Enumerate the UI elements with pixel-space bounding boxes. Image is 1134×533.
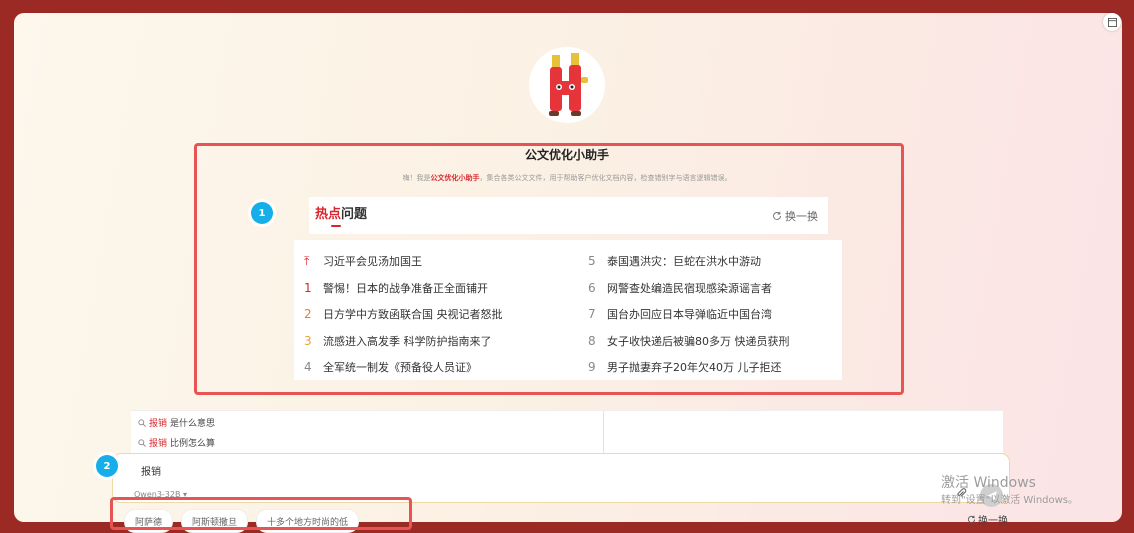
- hot-title-rest: 问题: [341, 207, 368, 222]
- mascot-icon: [549, 53, 588, 116]
- pin-rank: ⤒: [304, 253, 310, 268]
- search-icon: [138, 418, 146, 427]
- suggestion-divider: [603, 411, 604, 453]
- list-item-text: 全军统一制发《预备役人员证》: [323, 361, 477, 375]
- hot-topics-header: 热点问题 换一换: [309, 197, 828, 234]
- intro-suffix: ，集合各类公文文件，用于帮助客户优化文档内容，检查错别字与语言逻辑错误。: [479, 174, 732, 182]
- list-item-text: 日方学中方致函联合国 央视记者怒批: [323, 308, 503, 322]
- list-item[interactable]: 6 网警查处编造民宿现感染源谣言者: [588, 275, 790, 302]
- windows-watermark-subtitle: 转到"设置"以激活 Windows。: [941, 495, 1079, 506]
- chips-refresh-label: 换一换: [978, 516, 1008, 527]
- chips-refresh-button[interactable]: 换一换: [967, 512, 1008, 527]
- assistant-intro: 嗨！我是公文优化小助手，集合各类公文文件，用于帮助客户优化文档内容，检查错别字与…: [300, 173, 834, 183]
- hot-list-left-column: ⤒ 习近平会见汤加国王 1 警惕！日本的战争准备正全面铺开 2 日方学中方致函联合国 …: [304, 248, 503, 381]
- hot-list-right-column: 5 泰国遇洪灾：巨蛇在洪水中游动 6 网警查处编造民宿现感染源谣言者 7 国台办回应日…: [588, 248, 790, 381]
- rank-number: 3: [304, 333, 312, 348]
- suggestion-item[interactable]: 报销 比例怎么算: [138, 436, 215, 449]
- list-item[interactable]: 9 男子抛妻弃子20年欠40万 儿子拒还: [588, 354, 790, 381]
- list-item-text: 流感进入高发季 科学防护指南来了: [323, 334, 492, 348]
- layout-toggle-button[interactable]: [1103, 13, 1121, 31]
- list-item-text: 国台办回应日本导弹临近中国台湾: [607, 308, 772, 322]
- intro-prefix: 嗨！我是: [402, 174, 431, 182]
- window-icon: [1107, 17, 1117, 27]
- rank-number: 9: [588, 360, 596, 375]
- chat-input-value: 报销: [141, 467, 161, 478]
- windows-watermark-title: 激活 Windows: [941, 475, 1036, 491]
- hot-refresh-label: 换一换: [785, 210, 818, 223]
- rank-number: 1: [304, 280, 312, 295]
- hot-topics-title: 热点问题: [315, 203, 367, 222]
- hot-title-underline: [331, 225, 341, 227]
- hot-refresh-button[interactable]: 换一换: [772, 208, 818, 224]
- refresh-icon: [967, 515, 976, 524]
- list-item-text: 女子收快递后被骗80多万 快递员获刑: [607, 334, 790, 348]
- hot-title-highlight: 热点: [315, 207, 342, 222]
- annotation-badge-1: 1: [251, 202, 273, 224]
- rank-number: 6: [588, 280, 596, 295]
- suggestion-keyword: 报销: [149, 419, 168, 429]
- list-item[interactable]: 3 流感进入高发季 科学防护指南来了: [304, 328, 503, 355]
- rank-number: 5: [588, 254, 596, 269]
- annotation-box-2: [110, 497, 412, 530]
- list-item[interactable]: 8 女子收快递后被骗80多万 快递员获刑: [588, 328, 790, 355]
- search-icon: [138, 438, 146, 447]
- list-item-text: 男子抛妻弃子20年欠40万 儿子拒还: [607, 361, 782, 375]
- rank-number: 7: [588, 307, 596, 322]
- suggestion-item[interactable]: 报销 是什么意思: [138, 416, 215, 429]
- list-item[interactable]: 5 泰国遇洪灾：巨蛇在洪水中游动: [588, 248, 790, 275]
- rank-number: 2: [304, 307, 312, 322]
- hot-topics-list: ⤒ 习近平会见汤加国王 1 警惕！日本的战争准备正全面铺开 2 日方学中方致函联合国 …: [294, 240, 842, 380]
- list-item-text: 泰国遇洪灾：巨蛇在洪水中游动: [607, 255, 761, 269]
- list-item[interactable]: 1 警惕！日本的战争准备正全面铺开: [304, 275, 503, 302]
- chat-input[interactable]: 报销: [112, 453, 1010, 503]
- rank-number: 8: [588, 333, 596, 348]
- search-suggestions: 报销 是什么意思 报销 比例怎么算: [131, 410, 1003, 453]
- list-item-text: 网警查处编造民宿现感染源谣言者: [607, 281, 772, 295]
- suggestion-text: 是什么意思: [170, 419, 216, 429]
- list-item-text: 警惕！日本的战争准备正全面铺开: [323, 281, 488, 295]
- list-item[interactable]: ⤒ 习近平会见汤加国王: [304, 248, 503, 275]
- assistant-title: 公文优化小助手: [524, 148, 609, 162]
- annotation-badge-2: 2: [96, 455, 118, 477]
- intro-name: 公文优化小助手: [430, 174, 480, 182]
- assistant-avatar: [529, 47, 605, 123]
- list-item-text: 习近平会见汤加国王: [323, 255, 422, 269]
- rank-number: 4: [304, 360, 312, 375]
- list-item[interactable]: 7 国台办回应日本导弹临近中国台湾: [588, 301, 790, 328]
- suggestion-text: 比例怎么算: [170, 439, 216, 449]
- refresh-icon: [773, 211, 781, 220]
- list-item[interactable]: 2 日方学中方致函联合国 央视记者怒批: [304, 301, 503, 328]
- suggestion-keyword: 报销: [149, 439, 168, 449]
- list-item[interactable]: 4 全军统一制发《预备役人员证》: [304, 354, 503, 381]
